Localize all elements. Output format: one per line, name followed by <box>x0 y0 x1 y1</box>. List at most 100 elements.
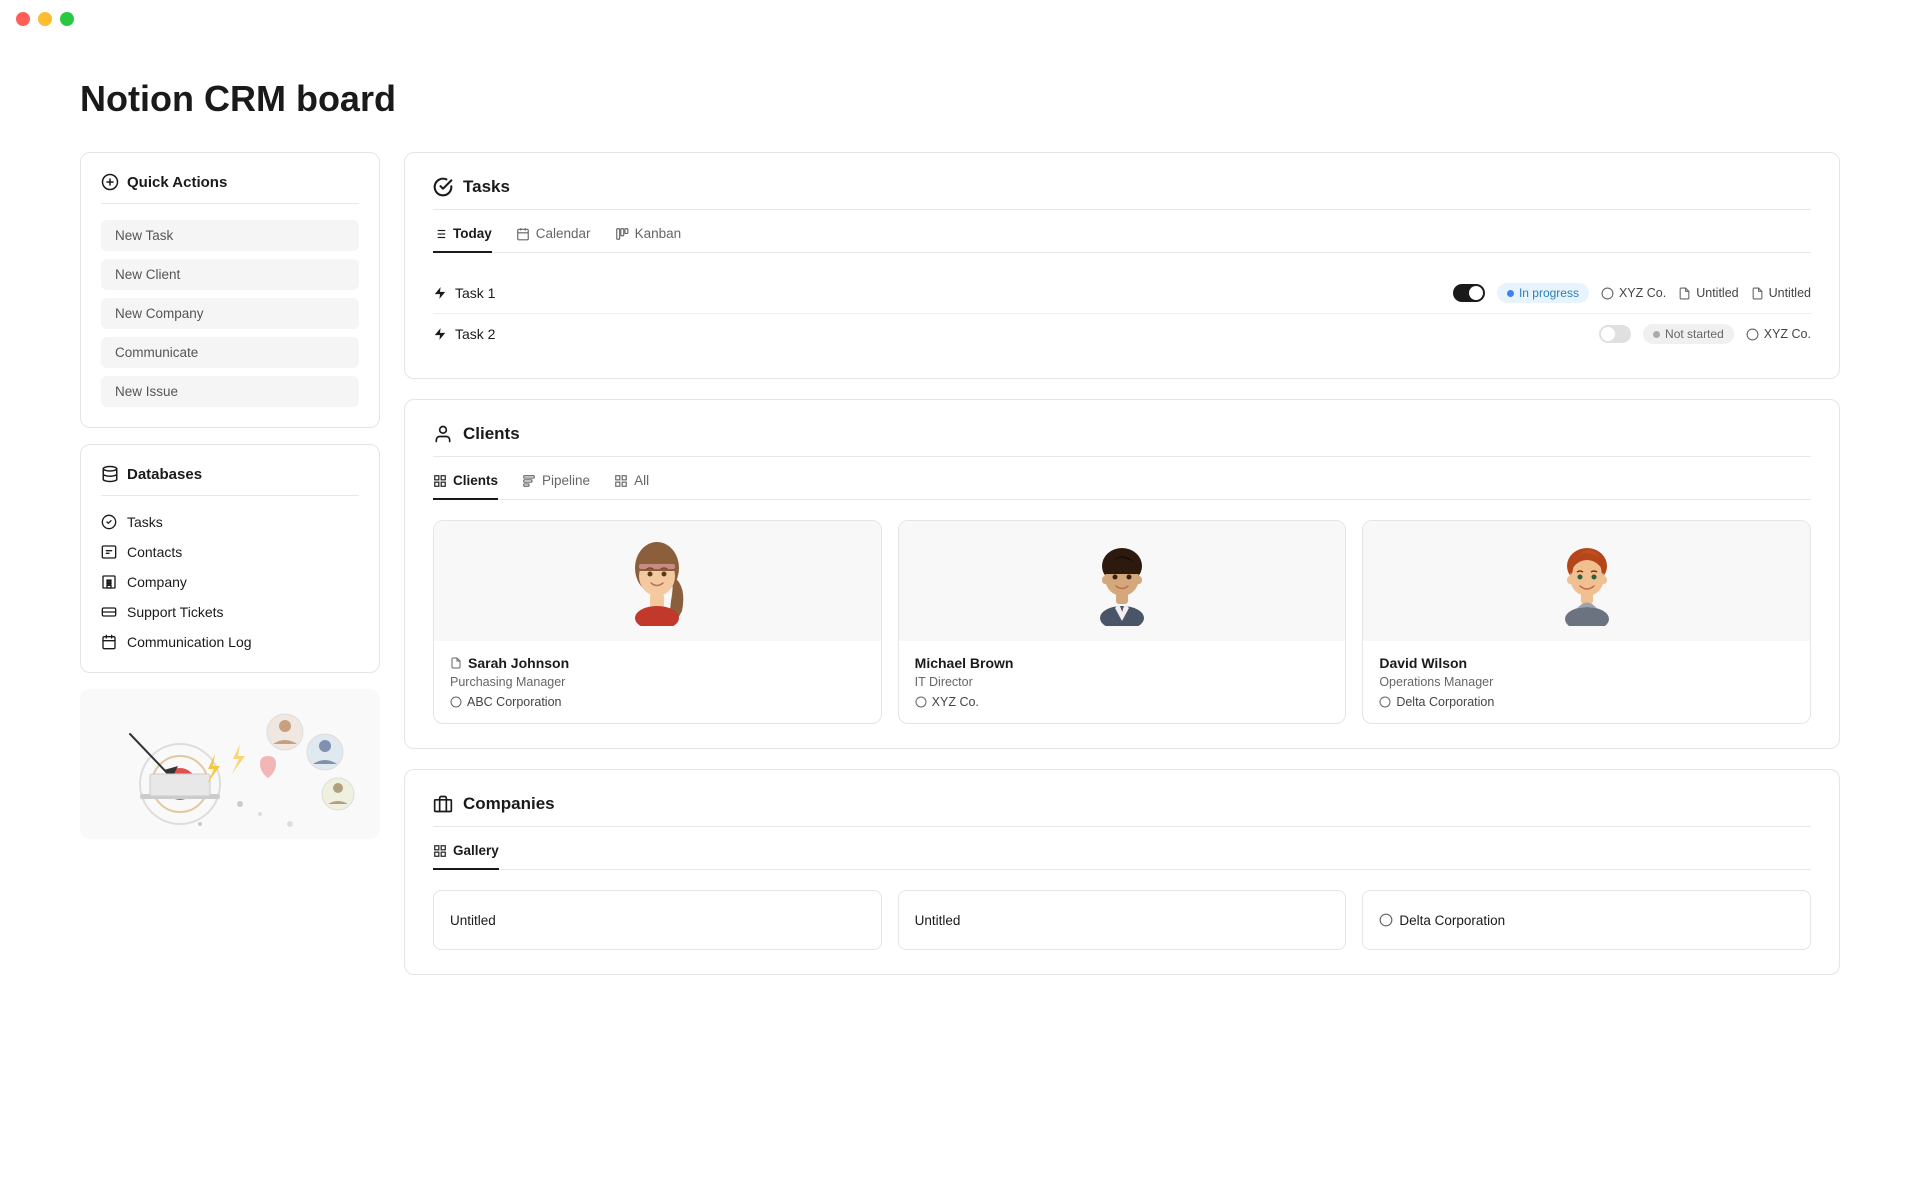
company-name-1: Untitled <box>450 913 496 928</box>
tab-gallery[interactable]: Gallery <box>433 843 499 870</box>
grid-icon-clients <box>433 474 447 488</box>
db-support-tickets[interactable]: Support Tickets <box>101 602 359 622</box>
task-2-name: Task 2 <box>433 326 1599 342</box>
client-name-david: David Wilson <box>1379 655 1794 671</box>
tab-clients[interactable]: Clients <box>433 473 498 500</box>
databases-title: Databases <box>101 465 359 496</box>
new-issue-button[interactable]: New Issue <box>101 376 359 407</box>
building-icon <box>101 574 117 590</box>
sidebar: Quick Actions New Task New Client New Co… <box>80 152 380 839</box>
tab-today[interactable]: Today <box>433 226 492 253</box>
new-task-button[interactable]: New Task <box>101 220 359 251</box>
status-dot-2 <box>1653 331 1660 338</box>
client-info-david: David Wilson Operations Manager Delta Co… <box>1363 641 1810 723</box>
company-name-3: Delta Corporation <box>1379 913 1505 928</box>
task-2-status: Not started <box>1643 324 1734 344</box>
companies-tabs: Gallery <box>433 843 1811 870</box>
contacts-icon <box>101 544 117 560</box>
status-dot-1 <box>1507 290 1514 297</box>
task-2-tag-1: XYZ Co. <box>1746 327 1811 341</box>
doc-icon-1 <box>1678 287 1691 300</box>
new-company-button[interactable]: New Company <box>101 298 359 329</box>
task-1-meta: In progress XYZ Co. Untitled Untitl <box>1453 283 1811 303</box>
quick-actions-card: Quick Actions New Task New Client New Co… <box>80 152 380 428</box>
task-row-2: Task 2 Not started XYZ Co. <box>433 314 1811 354</box>
clients-header: Clients <box>433 424 1811 457</box>
circle-tag-icon-1 <box>1601 287 1614 300</box>
db-communication-log[interactable]: Communication Log <box>101 632 359 652</box>
client-card-michael[interactable]: Michael Brown IT Director XYZ Co. <box>898 520 1347 724</box>
grid-icon-pipeline <box>522 474 536 488</box>
new-client-button[interactable]: New Client <box>101 259 359 290</box>
client-avatar-michael <box>899 521 1346 641</box>
illustration-svg <box>100 694 360 834</box>
client-info-michael: Michael Brown IT Director XYZ Co. <box>899 641 1346 723</box>
companies-grid: Untitled Untitled Delta Corporation <box>433 890 1811 950</box>
kanban-icon <box>615 227 629 241</box>
task-1-name: Task 1 <box>433 285 1453 301</box>
tab-kanban[interactable]: Kanban <box>615 226 682 253</box>
task-2-toggle[interactable] <box>1599 325 1631 343</box>
circle-icon-sarah <box>450 696 462 708</box>
list-icon <box>433 227 447 241</box>
task-1-toggle[interactable] <box>1453 284 1485 302</box>
clients-grid: Sarah Johnson Purchasing Manager ABC Cor… <box>433 520 1811 724</box>
quick-actions-list: New Task New Client New Company Communic… <box>101 220 359 407</box>
avatar-david <box>1547 536 1627 626</box>
plus-circle-icon <box>101 173 119 191</box>
db-contacts[interactable]: Contacts <box>101 542 359 562</box>
database-icon <box>101 465 119 483</box>
bolt-icon-2 <box>433 327 447 341</box>
client-name-sarah: Sarah Johnson <box>450 655 865 671</box>
tab-calendar[interactable]: Calendar <box>516 226 591 253</box>
page: Notion CRM board Quick Actions New Task … <box>0 38 1920 1035</box>
company-name-2: Untitled <box>915 913 961 928</box>
circle-icon-delta <box>1379 913 1393 927</box>
client-info-sarah: Sarah Johnson Purchasing Manager ABC Cor… <box>434 641 881 723</box>
companies-building-icon <box>433 794 453 814</box>
company-card-3[interactable]: Delta Corporation <box>1362 890 1811 950</box>
avatar-michael <box>1082 536 1162 626</box>
company-card-2[interactable]: Untitled <box>898 890 1347 950</box>
client-role-sarah: Purchasing Manager <box>450 675 865 689</box>
tasks-tabs: Today Calendar Kanban <box>433 226 1811 253</box>
client-role-michael: IT Director <box>915 675 1330 689</box>
close-button[interactable] <box>16 12 30 26</box>
db-company[interactable]: Company <box>101 572 359 592</box>
company-card-1[interactable]: Untitled <box>433 890 882 950</box>
task-1-status: In progress <box>1497 283 1589 303</box>
databases-card: Databases Tasks Contacts Company <box>80 444 380 673</box>
avatar-sarah <box>617 536 697 626</box>
doc-icon-2 <box>1751 287 1764 300</box>
companies-header: Companies <box>433 794 1811 827</box>
client-company-david: Delta Corporation <box>1379 695 1794 709</box>
circle-tag-icon-2 <box>1746 328 1759 341</box>
communicate-button[interactable]: Communicate <box>101 337 359 368</box>
client-avatar-sarah <box>434 521 881 641</box>
grid-icon-all <box>614 474 628 488</box>
tab-pipeline[interactable]: Pipeline <box>522 473 590 500</box>
page-title: Notion CRM board <box>80 78 1840 120</box>
client-role-david: Operations Manager <box>1379 675 1794 689</box>
ticket-icon <box>101 604 117 620</box>
doc-icon-sarah <box>450 657 462 669</box>
tab-all[interactable]: All <box>614 473 649 500</box>
check-circle-icon <box>101 514 117 530</box>
tasks-check-icon <box>433 177 453 197</box>
minimize-button[interactable] <box>38 12 52 26</box>
task-row-1: Task 1 In progress XYZ Co. <box>433 273 1811 314</box>
task-1-tag-3: Untitled <box>1751 286 1811 300</box>
tasks-section: Tasks Today Calendar Kanban <box>404 152 1840 379</box>
client-card-david[interactable]: David Wilson Operations Manager Delta Co… <box>1362 520 1811 724</box>
sidebar-illustration <box>80 689 380 839</box>
client-company-michael: XYZ Co. <box>915 695 1330 709</box>
client-company-sarah: ABC Corporation <box>450 695 865 709</box>
client-card-sarah[interactable]: Sarah Johnson Purchasing Manager ABC Cor… <box>433 520 882 724</box>
person-icon <box>433 424 453 444</box>
content-area: Tasks Today Calendar Kanban <box>404 152 1840 975</box>
task-2-meta: Not started XYZ Co. <box>1599 324 1811 344</box>
db-tasks[interactable]: Tasks <box>101 512 359 532</box>
titlebar <box>0 0 1920 38</box>
databases-list: Tasks Contacts Company Support Tickets <box>101 512 359 652</box>
maximize-button[interactable] <box>60 12 74 26</box>
